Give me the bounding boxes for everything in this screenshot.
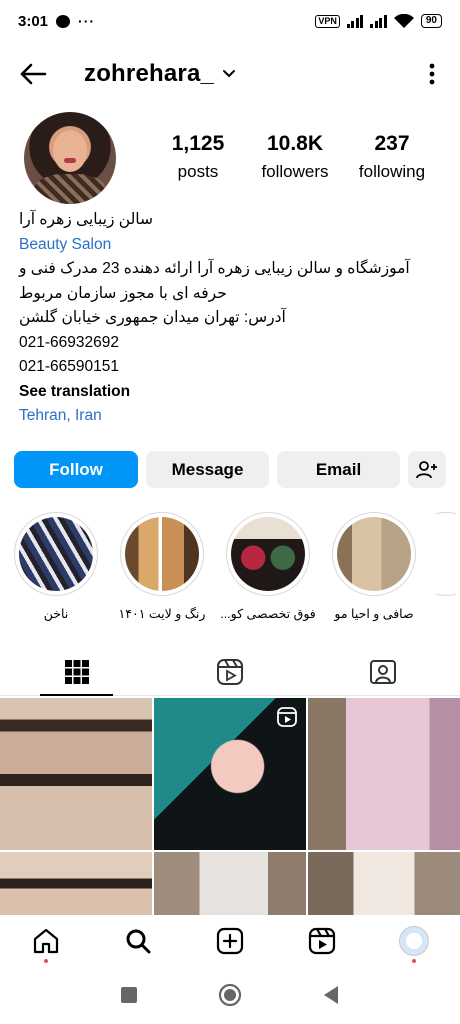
highlight-label: فوق تخصصی کو... — [220, 607, 316, 621]
highlight-thumbnail — [337, 517, 411, 591]
profile-actions: Follow Message Email — [14, 451, 446, 488]
profile-tabs — [0, 648, 460, 696]
stat-value: 237 — [374, 132, 410, 155]
tagged-person-icon — [370, 659, 397, 684]
battery-indicator: 90 — [420, 14, 442, 28]
post-thumbnail[interactable] — [0, 698, 152, 850]
profile-bio: سالن زیبایی زهره آرا Beauty Salon آموزشگ… — [19, 208, 439, 429]
bio-line: آموزشگاه و سالن زیبایی زهره آرا ارائه ده… — [19, 260, 410, 277]
back-button-icon[interactable] — [322, 985, 340, 1005]
email-button[interactable]: Email — [277, 451, 400, 488]
nav-reels[interactable] — [302, 921, 342, 961]
grid-icon — [64, 659, 89, 684]
username-title[interactable]: zohrehara_ — [84, 60, 214, 88]
tab-tagged[interactable] — [307, 648, 460, 695]
notification-dot — [412, 959, 416, 963]
home-button-icon[interactable] — [218, 983, 242, 1007]
nav-profile[interactable] — [394, 921, 434, 963]
highlight-thumbnail — [231, 517, 305, 591]
highlight-label: ناخن — [43, 607, 69, 621]
post-thumbnail[interactable] — [154, 698, 306, 850]
highlight-item[interactable]: صافی و احیا مو — [330, 512, 418, 622]
signal-icon — [346, 14, 364, 28]
post-thumbnail[interactable] — [308, 698, 460, 850]
highlight-item[interactable]: ناخن — [12, 512, 100, 622]
bio-phone[interactable]: 021-66590151 — [19, 355, 439, 380]
story-highlights: ناخن رنگ و لایت ۱۴۰۱ فوق تخصصی کو... صاف… — [12, 512, 460, 622]
bio-address: آدرس: تهران میدان جمهوری خیابان گلشن — [19, 309, 286, 326]
profile-avatar[interactable] — [24, 112, 116, 204]
home-icon — [33, 928, 59, 954]
highlight-item[interactable]: رنگ و لایت ۱۴۰۱ — [118, 512, 206, 622]
more-notifications-icon: ··· — [78, 13, 96, 29]
highlight-label: صافی و احیا مو — [334, 607, 414, 621]
bio-line: حرفه ای با مجوز سازمان مربوط — [19, 284, 227, 302]
chevron-down-icon[interactable] — [222, 66, 238, 82]
highlight-thumbnail — [19, 517, 93, 591]
stat-followers[interactable]: 10.8K followers — [247, 132, 343, 182]
vertical-dots-icon[interactable] — [422, 59, 442, 89]
system-navigation — [0, 972, 460, 1018]
stat-label: followers — [261, 162, 329, 181]
message-notification-icon — [56, 14, 71, 28]
wifi-icon — [393, 13, 414, 28]
reels-icon — [308, 927, 336, 955]
stat-value: 10.8K — [266, 132, 324, 155]
stat-posts[interactable]: 1,125 posts — [150, 132, 246, 182]
follow-button[interactable]: Follow — [14, 451, 138, 488]
vpn-indicator: VPN — [315, 14, 340, 28]
post-thumbnail[interactable] — [154, 852, 306, 918]
reels-icon — [216, 658, 243, 685]
status-time: 3:01 — [18, 12, 49, 30]
arrow-left-icon[interactable] — [18, 59, 48, 89]
see-translation-link[interactable]: See translation — [19, 380, 439, 405]
bio-location-link[interactable]: Tehran, Iran — [19, 404, 439, 429]
bio-category: Beauty Salon — [19, 235, 112, 253]
profile-stats: 1,125 posts 10.8K followers 237 followin… — [150, 132, 440, 182]
stat-value: 1,125 — [171, 132, 225, 155]
signal-icon — [370, 14, 387, 28]
nav-search[interactable] — [118, 921, 158, 961]
highlight-label: رنگ و لایت ۱۴۰۱ — [118, 607, 206, 621]
plus-square-icon — [216, 927, 244, 955]
recent-apps-icon[interactable] — [120, 986, 138, 1004]
post-thumbnail[interactable] — [0, 852, 152, 918]
search-icon — [126, 929, 151, 954]
suggested-users-button[interactable] — [408, 451, 446, 488]
add-person-icon — [416, 460, 437, 478]
highlight-item[interactable] — [436, 512, 456, 622]
tab-reels[interactable] — [153, 648, 306, 695]
stat-label: posts — [177, 162, 219, 181]
status-bar: 3:01 ··· VPN 90 — [0, 0, 460, 42]
notification-dot — [44, 959, 48, 963]
nav-create[interactable] — [210, 921, 250, 961]
reels-badge-icon — [277, 707, 297, 727]
post-thumbnail[interactable] — [308, 852, 460, 918]
nav-home[interactable] — [26, 921, 66, 963]
message-button[interactable]: Message — [146, 451, 269, 488]
stat-label: following — [358, 162, 426, 181]
profile-header: zohrehara_ — [0, 52, 460, 96]
tab-posts-grid[interactable] — [0, 648, 153, 696]
stat-following[interactable]: 237 following — [344, 132, 440, 182]
bottom-nav — [0, 915, 460, 967]
highlight-thumbnail — [125, 517, 199, 591]
bio-name: سالن زیبایی زهره آرا — [19, 211, 154, 228]
posts-grid — [0, 698, 460, 918]
highlight-item[interactable]: فوق تخصصی کو... — [220, 512, 316, 622]
bio-phone[interactable]: 021-66932692 — [19, 331, 439, 356]
profile-avatar-small — [399, 926, 429, 956]
